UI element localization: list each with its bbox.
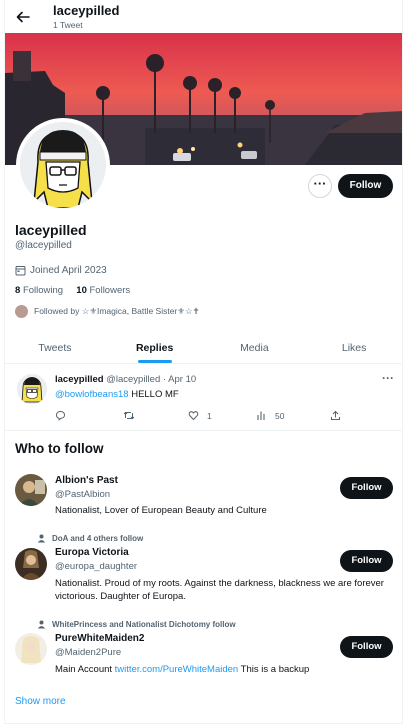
views-icon xyxy=(257,411,265,420)
share-icon xyxy=(331,410,340,420)
suggestion-avatar[interactable] xyxy=(15,474,47,506)
view-count: 50 xyxy=(275,410,285,421)
suggestion-avatar-image xyxy=(15,548,47,580)
tweet-text: @bowlofbeans18 HELLO MF xyxy=(55,389,179,400)
tweet-header: laceypilled @laceypilled · Apr 10 xyxy=(55,374,196,385)
views-button[interactable]: 50 xyxy=(256,410,284,421)
suggestion-name[interactable]: PureWhiteMaiden2 xyxy=(55,633,144,644)
suggestion-avatar[interactable] xyxy=(15,633,47,665)
like-count: 1 xyxy=(207,410,212,421)
more-options-button[interactable]: ··· xyxy=(308,174,332,198)
header-title: laceypilled xyxy=(53,3,120,18)
follower-avatar xyxy=(15,305,28,318)
tab-likes[interactable]: Likes xyxy=(304,334,402,363)
suggestion-follow-button[interactable]: Follow xyxy=(340,636,393,658)
avatar-image xyxy=(20,122,106,208)
joined-date: Joined April 2023 xyxy=(15,265,107,276)
suggestion-bio: Main Account twitter.com/PureWhiteMaiden… xyxy=(55,663,385,676)
tab-media[interactable]: Media xyxy=(205,334,305,363)
suggestion-bio: Nationalist. Proud of my roots. Against … xyxy=(55,578,384,602)
suggestion-bio: Nationalist, Lover of European Beauty an… xyxy=(55,505,267,516)
top-bar: laceypilled 1 Tweet xyxy=(5,0,402,33)
suggestion-context-text: WhitePrincess and Nationalist Dichotomy … xyxy=(52,620,236,629)
retweet-button[interactable] xyxy=(123,410,143,421)
suggestion-item[interactable]: WhitePrincess and Nationalist Dichotomy … xyxy=(5,617,402,681)
followers-label: Followers xyxy=(89,285,131,296)
tweet-avatar[interactable] xyxy=(17,374,47,404)
back-arrow-icon[interactable] xyxy=(15,9,31,25)
suggestion-bio-link[interactable]: twitter.com/PureWhiteMaiden xyxy=(115,664,239,675)
suggestion-follow-button[interactable]: Follow xyxy=(340,550,393,572)
following-label: Following xyxy=(22,285,64,296)
reply-button[interactable] xyxy=(55,410,74,421)
calendar-icon xyxy=(15,266,26,276)
tab-tweets[interactable]: Tweets xyxy=(5,334,105,363)
tweet[interactable]: laceypilled @laceypilled · Apr 10 ··· @b… xyxy=(5,365,402,431)
follow-stats: 8 Following 10 Followers xyxy=(15,285,130,296)
suggestion-handle: @PastAlbion xyxy=(55,489,111,500)
followed-by[interactable]: Followed by ☆⚜Imagica, Battle Sister⚜☆✝ xyxy=(15,305,200,318)
suggestion-name[interactable]: Albion's Past xyxy=(55,475,118,486)
suggestion-handle: @Maiden2Pure xyxy=(55,647,122,658)
heart-icon xyxy=(188,411,199,421)
suggestion-context: WhitePrincess and Nationalist Dichotomy … xyxy=(37,620,236,629)
profile-name: laceypilled xyxy=(15,222,87,238)
tweet-meta: @laceypilled · Apr 10 xyxy=(106,374,197,385)
tweet-avatar-image xyxy=(17,374,47,404)
tab-replies[interactable]: Replies xyxy=(105,334,205,363)
followed-by-text: Followed by ☆⚜Imagica, Battle Sister⚜☆✝ xyxy=(34,306,200,316)
tweet-more-button[interactable]: ··· xyxy=(382,371,394,385)
person-icon xyxy=(37,534,46,543)
show-more-link[interactable]: Show more xyxy=(15,696,66,707)
header-tweet-count: 1 Tweet xyxy=(53,20,83,30)
suggestion-item[interactable]: DoA and 4 others follow Europa Victoria … xyxy=(5,531,402,611)
profile-tabs: Tweets Replies Media Likes xyxy=(5,334,402,364)
retweet-icon xyxy=(123,411,135,420)
suggestion-name[interactable]: Europa Victoria xyxy=(55,547,129,558)
tweet-author-name[interactable]: laceypilled xyxy=(55,374,104,385)
followers-count: 10 xyxy=(76,285,87,296)
suggestion-handle: @europa_daughter xyxy=(55,561,138,572)
followers-link[interactable]: 10 Followers xyxy=(76,285,130,296)
profile-page: laceypilled 1 Tweet ··· Follow laceypill… xyxy=(4,0,403,724)
suggestion-bio-text-after: This is a backup xyxy=(238,664,310,675)
reply-icon xyxy=(55,410,66,421)
person-icon xyxy=(37,620,46,629)
suggestion-follow-button[interactable]: Follow xyxy=(340,477,393,499)
tweet-body-text: HELLO MF xyxy=(131,389,179,400)
suggestion-bio-text: Main Account xyxy=(55,664,115,675)
following-count: 8 xyxy=(15,285,21,296)
follow-button[interactable]: Follow xyxy=(338,174,393,198)
following-link[interactable]: 8 Following xyxy=(15,285,63,296)
suggestion-context: DoA and 4 others follow xyxy=(37,534,143,543)
suggestion-item[interactable]: Albion's Past @PastAlbion Follow Nationa… xyxy=(5,470,402,520)
tweet-mention[interactable]: @bowlofbeans18 xyxy=(55,389,129,400)
profile-avatar[interactable] xyxy=(16,118,110,212)
suggestion-context-text: DoA and 4 others follow xyxy=(52,534,144,543)
tweet-actions: 1 50 xyxy=(55,410,345,424)
joined-text: Joined April 2023 xyxy=(30,265,107,276)
suggestion-avatar[interactable] xyxy=(15,548,47,580)
who-to-follow-title: Who to follow xyxy=(15,441,104,456)
profile-handle: @laceypilled xyxy=(15,240,72,251)
like-button[interactable]: 1 xyxy=(188,410,212,421)
suggestion-avatar-image xyxy=(15,633,47,665)
share-button[interactable] xyxy=(330,410,341,421)
suggestion-avatar-image xyxy=(15,474,47,506)
